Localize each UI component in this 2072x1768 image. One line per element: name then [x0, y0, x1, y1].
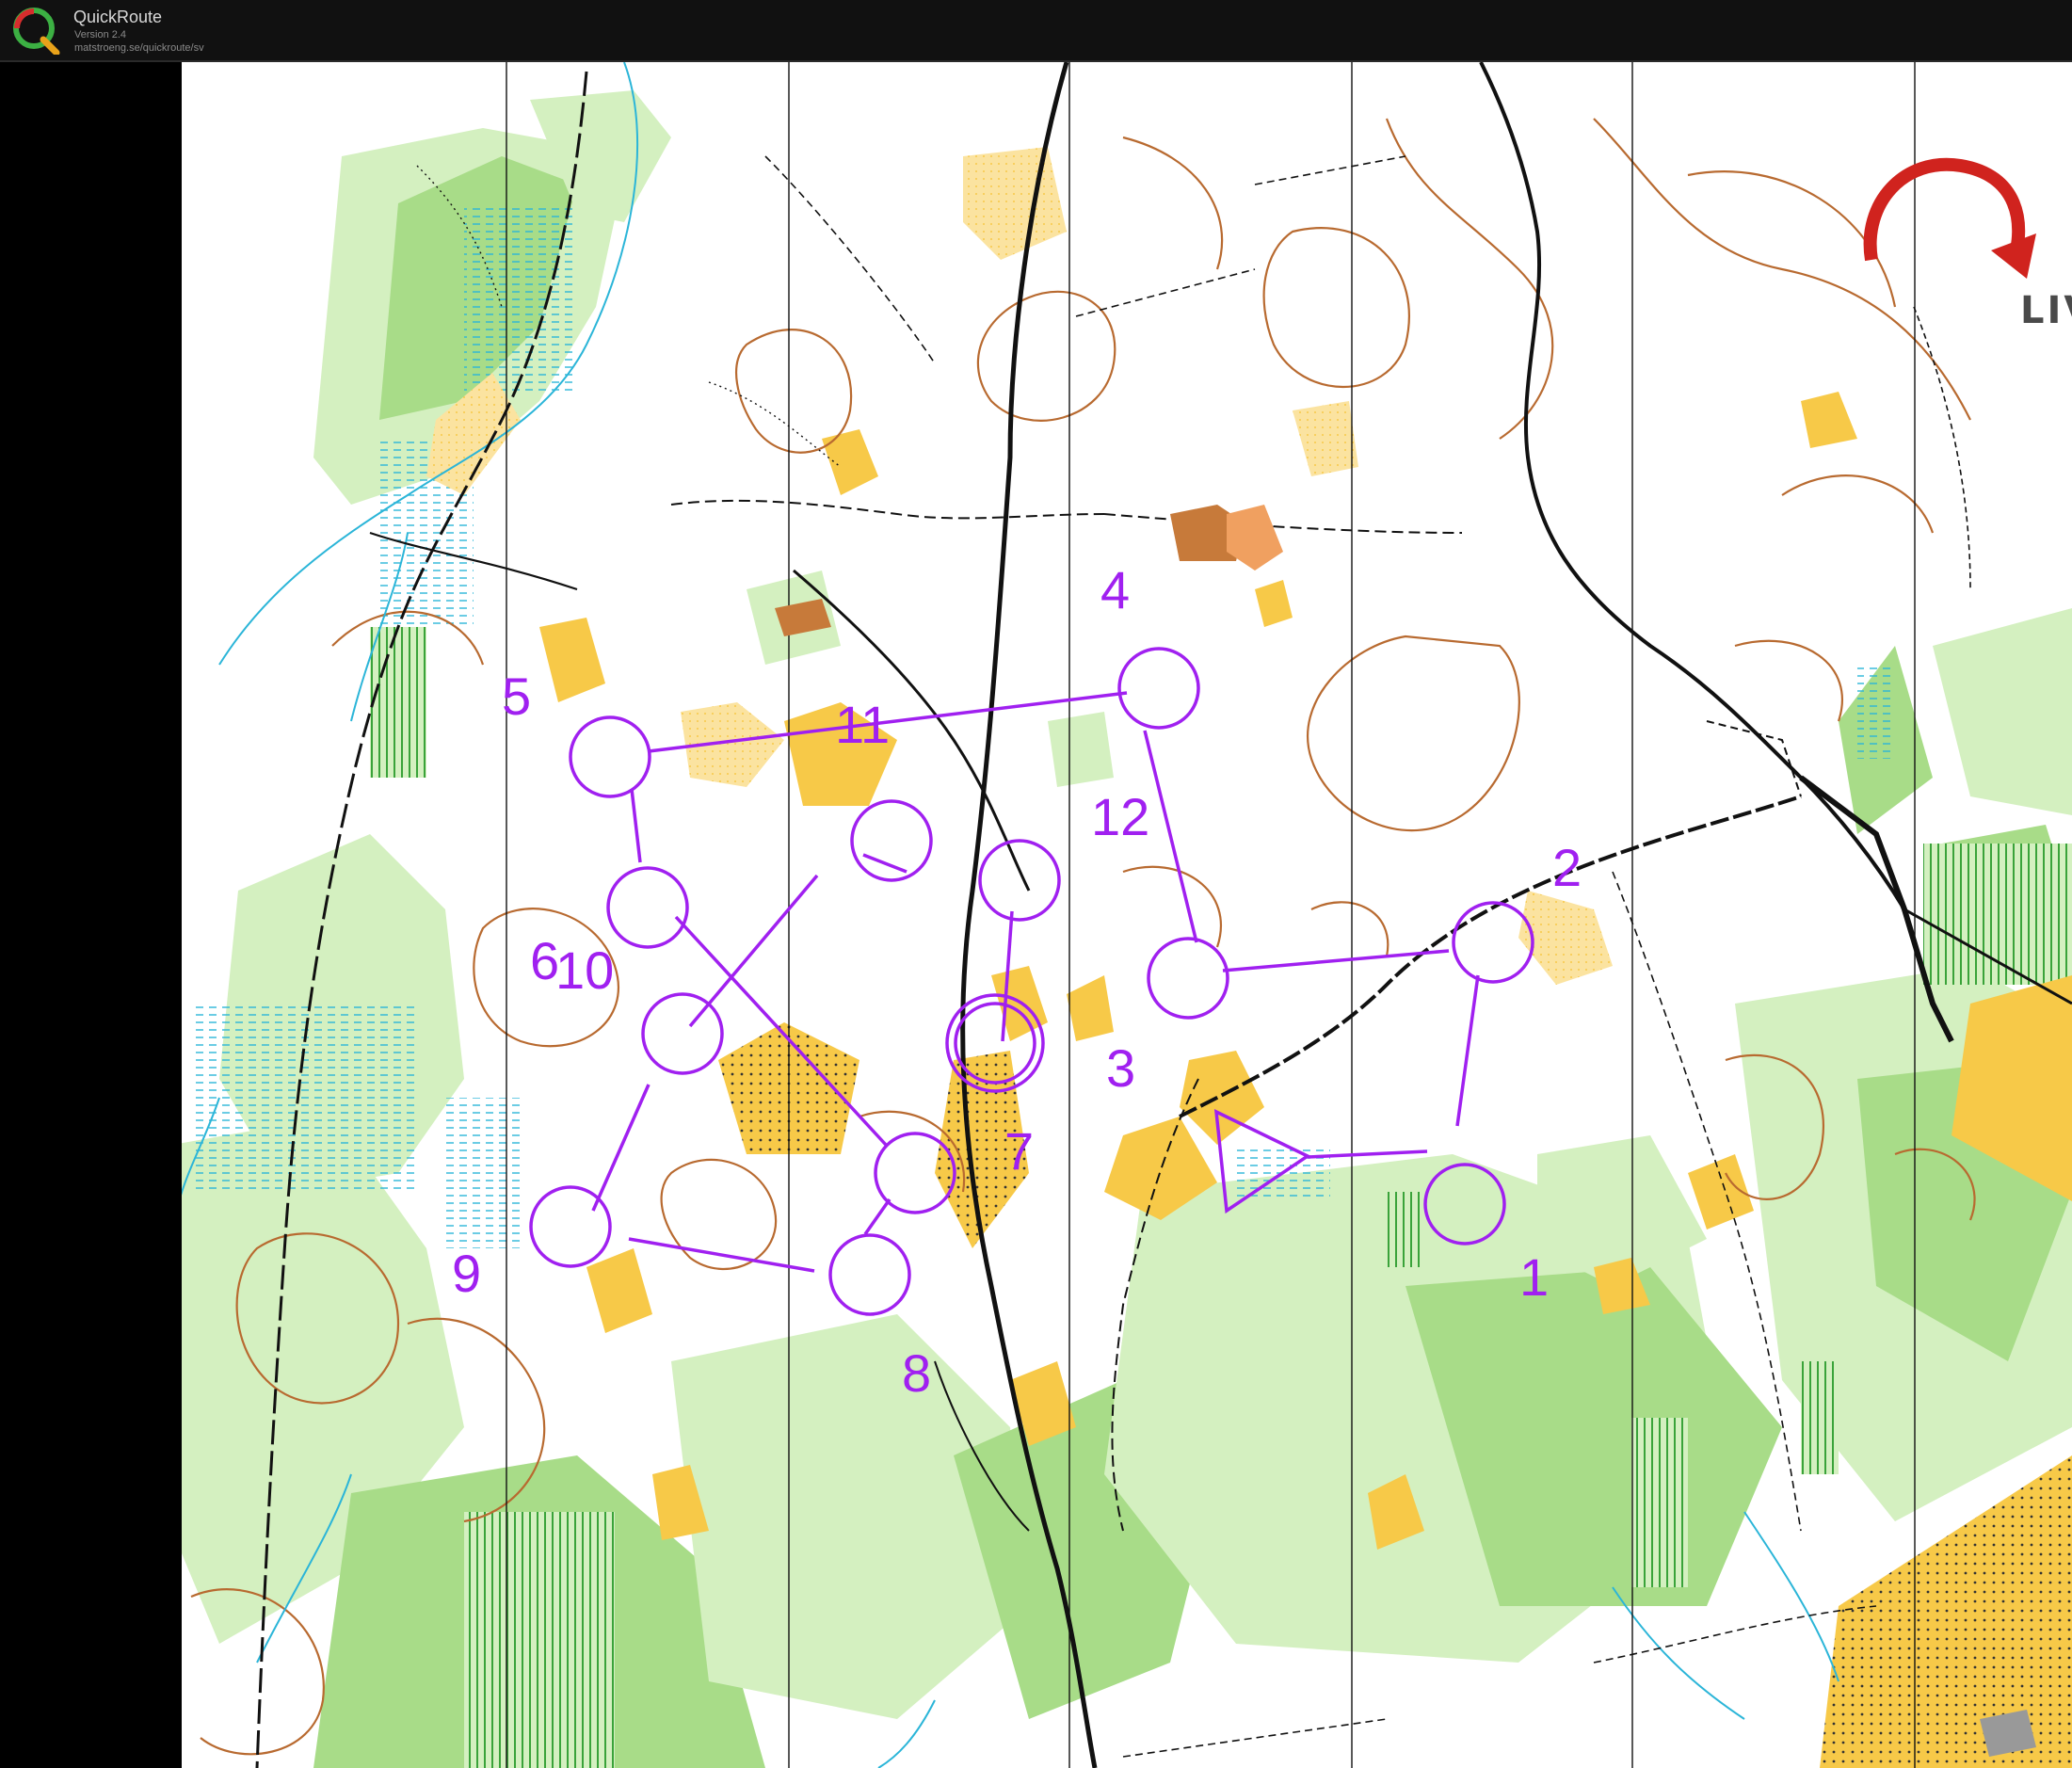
control-number-1: 1	[1519, 1247, 1549, 1307]
quickroute-logo-icon	[13, 8, 60, 55]
control-number-11: 11	[835, 695, 890, 754]
control-number-12: 12	[1091, 787, 1149, 846]
control-number-9: 9	[452, 1244, 481, 1303]
control-number-2: 2	[1552, 838, 1582, 897]
control-number-4: 4	[1100, 560, 1130, 619]
left-panel	[0, 62, 182, 1768]
control-number-3: 3	[1106, 1038, 1135, 1098]
control-number-5: 5	[502, 667, 531, 726]
app-url: matstroeng.se/quickroute/sv	[74, 42, 204, 54]
control-number-7: 7	[1004, 1121, 1034, 1181]
app-version: Version 2.4	[74, 29, 127, 40]
title-bar: QuickRoute Version 2.4 matstroeng.se/qui…	[0, 0, 2072, 62]
livelox-logo-icon	[1863, 157, 2036, 279]
map-canvas: 1 2 3 4 5 6 10 7 8 9 11 12	[182, 62, 2072, 1768]
control-number-10: 10	[555, 940, 614, 1000]
control-number-8: 8	[902, 1343, 931, 1403]
orienteering-map[interactable]: 1 2 3 4 5 6 10 7 8 9 11 12 LIVELOX	[182, 62, 2072, 1768]
livelox-watermark: LIVELOX	[2020, 289, 2072, 332]
app-title: QuickRoute	[73, 8, 163, 26]
